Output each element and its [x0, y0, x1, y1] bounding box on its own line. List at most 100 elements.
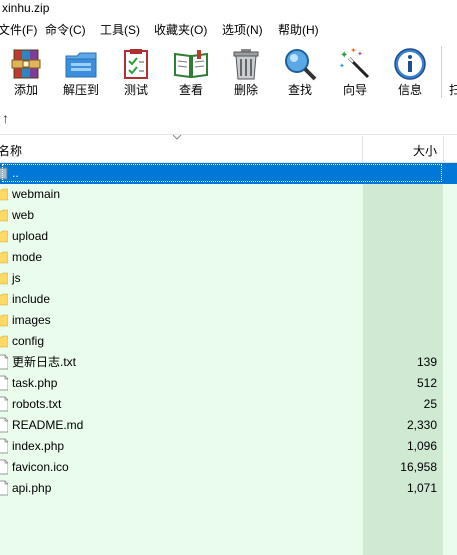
file-icon [0, 375, 8, 391]
size-column-label: 大小 [412, 144, 437, 158]
file-row[interactable]: README.md 2,330 [0, 415, 457, 436]
add-button[interactable]: 添加 [2, 42, 50, 102]
file-row[interactable]: index.php 1,096 [0, 436, 457, 457]
file-row[interactable]: 更新日志.txt 139 [0, 352, 457, 373]
file-size: 139 [416, 355, 437, 369]
file-name: images [12, 313, 51, 327]
file-icon [0, 459, 8, 475]
file-size: 25 [423, 397, 437, 411]
toolbar-separator [441, 46, 442, 98]
file-size: 2,330 [406, 418, 437, 432]
view-icon [174, 50, 208, 79]
file-name: favicon.ico [12, 460, 69, 474]
folder-icon [0, 230, 8, 243]
extract-to-label: 解压到 [62, 83, 99, 97]
menu-favorites[interactable]: 收藏夹(O) [154, 22, 207, 38]
menu-file[interactable]: 文件(F) [0, 22, 37, 38]
window-title: xinhu.zip [2, 1, 50, 15]
file-name: web [12, 208, 35, 222]
name-column-header[interactable]: 名称 [0, 134, 363, 162]
add-archive-icon [11, 49, 41, 79]
wizard-icon: ✦ ✦ ✦ ✦ [339, 46, 370, 79]
extract-to-button[interactable]: 解压到 [56, 42, 106, 102]
test-label: 测试 [123, 83, 148, 97]
delete-button[interactable]: 删除 [222, 42, 270, 102]
delete-icon [233, 49, 259, 80]
file-row[interactable]: task.php 512 [0, 373, 457, 394]
folder-row[interactable]: upload [0, 226, 457, 247]
scan-button[interactable]: 扫 [449, 42, 457, 102]
file-icon [0, 354, 8, 370]
menu-tools[interactable]: 工具(S) [100, 22, 140, 38]
file-name: robots.txt [12, 397, 62, 411]
file-icon [0, 396, 8, 412]
focus-rectangle [2, 164, 442, 182]
svg-text:✦: ✦ [340, 50, 348, 61]
svg-text:✦: ✦ [339, 62, 345, 70]
file-name: webmain [12, 187, 61, 201]
folder-row[interactable]: config [0, 331, 457, 352]
folder-icon [0, 314, 8, 327]
folder-icon [0, 272, 8, 285]
column-header: 名称 大小 [0, 134, 457, 163]
file-name: task.php [12, 376, 58, 390]
test-icon [124, 49, 148, 79]
file-size: 16,958 [400, 460, 437, 474]
size-column-header[interactable]: 大小 [363, 136, 444, 162]
file-name: api.php [12, 481, 52, 495]
add-label: 添加 [13, 83, 38, 97]
test-button[interactable]: 测试 [112, 42, 160, 102]
scan-label: 扫 [449, 83, 457, 97]
find-button[interactable]: 查找 [276, 42, 324, 102]
file-row[interactable]: robots.txt 25 [0, 394, 457, 415]
info-button[interactable]: 信息 [386, 42, 434, 102]
parent-folder-row[interactable]: .. [0, 163, 457, 184]
folder-row[interactable]: js [0, 268, 457, 289]
file-name: 更新日志.txt [12, 355, 77, 369]
delete-label: 删除 [233, 83, 258, 97]
file-size: 512 [416, 376, 437, 390]
file-size: 1,096 [406, 439, 437, 453]
folder-icon [0, 251, 8, 264]
name-column-label: 名称 [0, 144, 23, 158]
file-name: mode [12, 250, 43, 264]
file-name: upload [12, 229, 49, 243]
folder-row[interactable]: mode [0, 247, 457, 268]
menu-options[interactable]: 选项(N) [222, 22, 263, 38]
navigation-bar: ↑ [0, 104, 457, 135]
menu-command[interactable]: 命令(C) [45, 22, 86, 38]
file-size: 1,071 [406, 481, 437, 495]
file-name: js [12, 271, 21, 285]
file-row[interactable]: favicon.ico 16,958 [0, 457, 457, 478]
find-label: 查找 [287, 83, 312, 97]
file-icon [0, 480, 8, 496]
file-icon [0, 417, 8, 433]
svg-text:✦: ✦ [350, 46, 357, 55]
folder-row[interactable]: images [0, 310, 457, 331]
menu-bar: 文件(F) 命令(C) 工具(S) 收藏夹(O) 选项(N) 帮助(H) [0, 19, 457, 41]
file-name: README.md [12, 418, 84, 432]
menu-help[interactable]: 帮助(H) [278, 22, 319, 38]
find-icon [285, 49, 317, 81]
info-label: 信息 [397, 83, 422, 97]
wizard-button[interactable]: ✦ ✦ ✦ ✦ 向导 [330, 42, 380, 102]
svg-text:✦: ✦ [357, 50, 363, 58]
folder-row[interactable]: web [0, 205, 457, 226]
file-name: include [12, 292, 51, 306]
folder-row[interactable]: webmain [0, 184, 457, 205]
view-label: 查看 [178, 83, 203, 97]
info-icon [394, 48, 426, 80]
title-bar: xinhu.zip [0, 0, 457, 18]
file-name: config [12, 334, 45, 348]
folder-row[interactable]: include [0, 289, 457, 310]
extract-to-icon [65, 52, 97, 78]
up-arrow-icon[interactable]: ↑ [2, 110, 16, 126]
file-icon [0, 438, 8, 454]
folder-icon [0, 335, 8, 348]
view-button[interactable]: 查看 [166, 42, 216, 102]
sort-chevron-icon [172, 134, 182, 140]
file-list[interactable]: .. webmain web upload mode js include images con… [0, 163, 457, 555]
wizard-label: 向导 [342, 83, 367, 97]
file-row[interactable]: api.php 1,071 [0, 478, 457, 499]
toolbar: 添加 解压到 测试 查看 删除 查找 ✦ ✦ ✦ ✦ 向导 信息 扫 [0, 42, 457, 104]
